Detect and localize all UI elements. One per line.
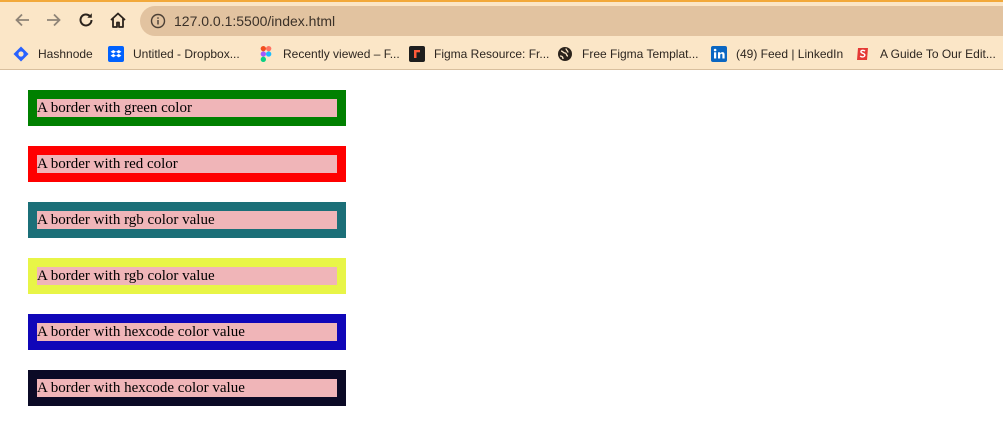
dropbox-icon	[108, 45, 124, 62]
bookmark-smashing-guide[interactable]: A Guide To Our Edit...	[855, 38, 996, 69]
address-bar[interactable]: 127.0.0.1:5500/index.html	[140, 6, 1003, 36]
home-button[interactable]	[107, 9, 129, 31]
border-box-rgb-teal: A border with rgb color value	[28, 202, 346, 238]
browser-toolbar: 127.0.0.1:5500/index.html	[0, 0, 1003, 38]
bookmarks-bar: Hashnode Untitled - Dropbox... Recently …	[0, 38, 1003, 70]
home-icon	[110, 12, 126, 28]
bookmark-linkedin[interactable]: (49) Feed | LinkedIn	[711, 38, 843, 69]
bookmark-label: Recently viewed – F...	[283, 46, 400, 61]
figma-icon	[258, 45, 274, 62]
bookmark-label: (49) Feed | LinkedIn	[736, 46, 844, 61]
bookmark-free-figma-templates[interactable]: Free Figma Templat...	[557, 38, 698, 69]
url-text: 127.0.0.1:5500/index.html	[174, 13, 336, 29]
bookmark-figma-resource[interactable]: Figma Resource: Fr...	[409, 38, 549, 69]
figma-resource-icon	[409, 45, 425, 62]
info-icon[interactable]	[150, 13, 166, 29]
border-box-green: A border with green color	[28, 90, 346, 126]
smashing-icon	[855, 46, 871, 62]
border-box-rgb-yellow: A border with rgb color value	[28, 258, 346, 294]
back-arrow-icon	[15, 13, 29, 27]
bookmark-label: Free Figma Templat...	[582, 46, 699, 61]
reload-icon	[79, 13, 93, 27]
hashnode-icon	[13, 46, 29, 62]
border-box-hex-navy: A border with hexcode color value	[28, 370, 346, 406]
bookmark-figma-recent[interactable]: Recently viewed – F...	[258, 38, 400, 69]
linkedin-icon	[711, 45, 727, 62]
bookmark-label: A Guide To Our Edit...	[880, 46, 996, 61]
border-box-red: A border with red color	[28, 146, 346, 182]
bookmark-hashnode[interactable]: Hashnode	[13, 38, 93, 69]
page-content: A border with green color A border with …	[0, 70, 1003, 423]
reload-button[interactable]	[75, 9, 97, 31]
forward-arrow-icon	[47, 13, 61, 27]
bookmark-label: Figma Resource: Fr...	[434, 46, 550, 61]
bookmark-label: Hashnode	[38, 46, 93, 61]
bookmark-dropbox[interactable]: Untitled - Dropbox...	[108, 38, 240, 69]
back-button[interactable]	[11, 9, 33, 31]
bookmark-label: Untitled - Dropbox...	[133, 46, 240, 61]
forward-button[interactable]	[43, 9, 65, 31]
globe-icon	[557, 46, 573, 62]
border-box-hex-blue: A border with hexcode color value	[28, 314, 346, 350]
